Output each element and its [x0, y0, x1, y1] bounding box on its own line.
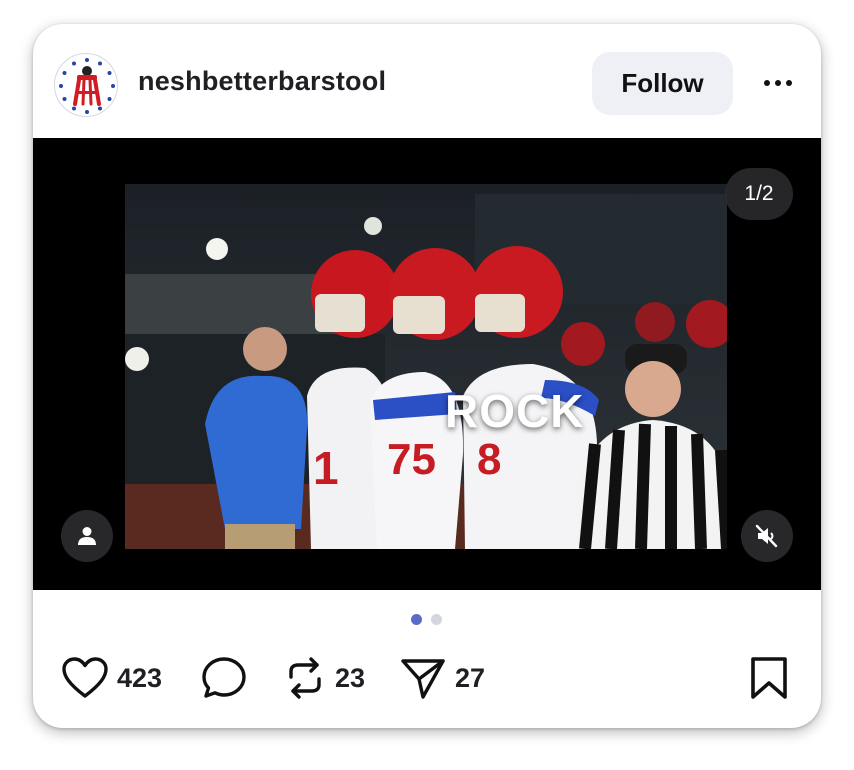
carousel-indicator [33, 614, 821, 626]
mute-toggle-button[interactable] [741, 510, 793, 562]
bookmark-icon [751, 657, 787, 699]
svg-text:8: 8 [477, 435, 501, 484]
post-header: neshbetterbarstool Follow [33, 24, 821, 139]
follow-button[interactable]: Follow [592, 52, 733, 115]
video-frame: 1 75 8 ROCK [125, 184, 727, 549]
svg-text:1: 1 [313, 442, 339, 494]
svg-text:75: 75 [387, 435, 436, 484]
action-bar: 423 23 27 [33, 644, 821, 714]
bookmark-button[interactable] [749, 654, 789, 702]
like-count: 423 [117, 662, 163, 693]
video-player[interactable]: 1 75 8 ROCK 1/2 [33, 138, 821, 590]
share-button[interactable]: 27 [399, 654, 485, 702]
tagged-users-button[interactable] [61, 510, 113, 562]
avatar[interactable] [54, 53, 118, 117]
muted-speaker-icon [755, 524, 778, 548]
like-button[interactable]: 423 [61, 654, 162, 702]
comment-button[interactable] [200, 654, 248, 702]
more-options-button[interactable] [755, 68, 801, 98]
repost-icon [289, 657, 321, 699]
user-tag-icon [78, 527, 96, 545]
football-players-image: 1 75 8 [125, 184, 727, 549]
more-icon [764, 80, 770, 86]
comment-icon [202, 657, 246, 698]
username[interactable]: neshbetterbarstool [138, 66, 386, 97]
share-icon [401, 659, 445, 699]
share-count: 27 [455, 662, 486, 693]
carousel-dot-active[interactable] [411, 614, 422, 625]
heart-icon [62, 657, 108, 698]
barstool-logo-icon [57, 56, 117, 116]
repost-button[interactable]: 23 [283, 654, 365, 702]
media-counter: 1/2 [725, 168, 793, 220]
carousel-dot[interactable] [431, 614, 442, 625]
repost-count: 23 [335, 662, 366, 693]
post-card: neshbetterbarstool Follow 1 75 8 ROCK 1/… [33, 24, 821, 728]
video-caption-text: ROCK [445, 385, 585, 437]
